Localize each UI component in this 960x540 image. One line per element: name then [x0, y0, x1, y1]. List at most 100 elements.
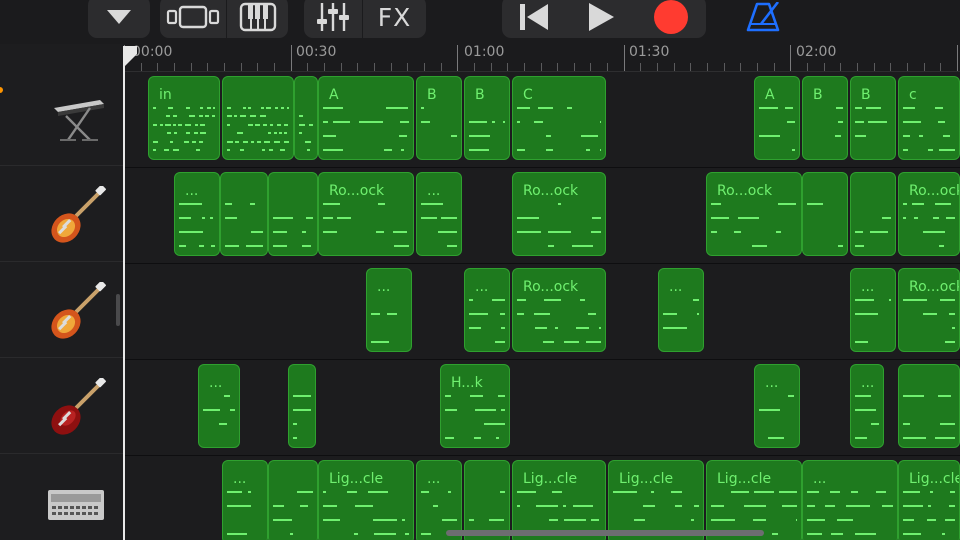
- midi-note: [474, 437, 481, 439]
- midi-note: [227, 505, 251, 507]
- midi-note: [693, 299, 699, 301]
- ruler-tick: [740, 63, 741, 71]
- midi-note: [759, 135, 780, 137]
- midi-note: [210, 217, 213, 219]
- region[interactable]: B: [416, 76, 462, 160]
- tracks-area[interactable]: in A B B C A B Bc ... Ro...ock... Ro...ock Ro...oc…: [124, 72, 960, 540]
- region[interactable]: Ro...ock: [512, 268, 606, 352]
- track-header-guitar-1[interactable]: [0, 168, 124, 262]
- midi-note: [164, 149, 169, 151]
- region[interactable]: Lig...cle: [898, 460, 960, 540]
- midi-note: [384, 149, 392, 151]
- region[interactable]: ...: [658, 268, 704, 352]
- play-button[interactable]: [566, 0, 636, 38]
- playhead-line[interactable]: [123, 60, 125, 540]
- midi-note: [517, 299, 526, 301]
- mixer-button[interactable]: [304, 0, 362, 38]
- region[interactable]: C: [512, 76, 606, 160]
- region[interactable]: B: [850, 76, 896, 160]
- go-to-start-button[interactable]: [502, 0, 566, 38]
- midi-note: [421, 217, 437, 219]
- region[interactable]: B: [802, 76, 848, 160]
- track-header-drum-machine[interactable]: [0, 456, 124, 540]
- region[interactable]: B: [464, 76, 510, 160]
- region[interactable]: Lig...cle: [608, 460, 704, 540]
- region[interactable]: Ro...ock: [898, 172, 960, 256]
- region[interactable]: ...: [850, 268, 896, 352]
- ruler-tick: [857, 63, 858, 71]
- resize-handle[interactable]: [116, 294, 120, 326]
- midi-note: [202, 217, 205, 219]
- midi-note: [475, 409, 496, 411]
- region-label: ...: [861, 375, 875, 391]
- midi-note: [274, 141, 280, 143]
- ruler-tick: [507, 63, 508, 71]
- track-header-keyboard[interactable]: [0, 72, 124, 166]
- region[interactable]: Ro...ock: [318, 172, 414, 256]
- region[interactable]: [294, 76, 318, 160]
- record-button[interactable]: [636, 0, 706, 38]
- region[interactable]: A: [754, 76, 800, 160]
- region-label: Lig...cle: [523, 471, 578, 487]
- region[interactable]: [464, 460, 510, 540]
- midi-note: [284, 124, 288, 126]
- region[interactable]: Lig...cle: [318, 460, 414, 540]
- region[interactable]: Lig...cle: [512, 460, 606, 540]
- midi-note: [170, 141, 173, 143]
- region[interactable]: [802, 172, 848, 256]
- midi-note: [586, 341, 601, 343]
- dropdown-button[interactable]: [88, 0, 150, 38]
- region[interactable]: [288, 364, 316, 448]
- midi-note: [469, 149, 489, 151]
- dropdown-icon: [107, 10, 131, 24]
- region[interactable]: ...: [416, 172, 462, 256]
- region[interactable]: [220, 172, 268, 256]
- midi-note: [469, 327, 481, 329]
- metronome-button[interactable]: [742, 0, 784, 38]
- midi-note: [192, 141, 196, 143]
- tracks-view-button[interactable]: [160, 0, 226, 38]
- region[interactable]: Ro...ock: [512, 172, 606, 256]
- region[interactable]: ...: [850, 364, 884, 448]
- midi-note: [421, 533, 431, 535]
- region[interactable]: ...: [802, 460, 898, 540]
- midi-note: [189, 115, 195, 117]
- track-header-guitar-2[interactable]: [0, 264, 124, 358]
- region[interactable]: [268, 460, 318, 540]
- scrollbar[interactable]: [446, 530, 764, 536]
- midi-note: [738, 217, 759, 219]
- region[interactable]: ...: [222, 460, 268, 540]
- region[interactable]: [850, 172, 896, 256]
- region[interactable]: c: [898, 76, 960, 160]
- midi-note: [855, 121, 864, 123]
- region[interactable]: [898, 364, 960, 448]
- region[interactable]: ...: [174, 172, 220, 256]
- region[interactable]: [268, 172, 318, 256]
- playhead-handle[interactable]: [123, 46, 137, 70]
- region[interactable]: [222, 76, 294, 160]
- region[interactable]: ...: [754, 364, 800, 448]
- region[interactable]: Ro...ock: [898, 268, 960, 352]
- region-notes: [299, 115, 313, 151]
- region[interactable]: Lig...cle: [706, 460, 802, 540]
- region[interactable]: ...: [198, 364, 240, 448]
- midi-note: [255, 124, 260, 126]
- midi-note: [421, 203, 443, 205]
- midi-note: [903, 519, 914, 521]
- region[interactable]: ...: [366, 268, 412, 352]
- midi-note: [855, 395, 871, 397]
- timeline-ruler[interactable]: 00:00 00:30 01:00 01:30 02:00: [124, 44, 960, 72]
- ruler-tick: [524, 63, 525, 71]
- region[interactable]: in: [148, 76, 220, 160]
- keyboard-button[interactable]: [227, 0, 288, 38]
- region[interactable]: ...: [464, 268, 510, 352]
- midi-note: [613, 491, 637, 493]
- fx-button[interactable]: FX: [363, 0, 426, 38]
- region[interactable]: ...: [416, 460, 462, 540]
- region[interactable]: H...k: [440, 364, 510, 448]
- track-header-guitar-3[interactable]: [0, 360, 124, 454]
- region[interactable]: A: [318, 76, 414, 160]
- ruler-tick: [757, 63, 758, 71]
- midi-note: [469, 121, 487, 123]
- region[interactable]: Ro...ock: [706, 172, 802, 256]
